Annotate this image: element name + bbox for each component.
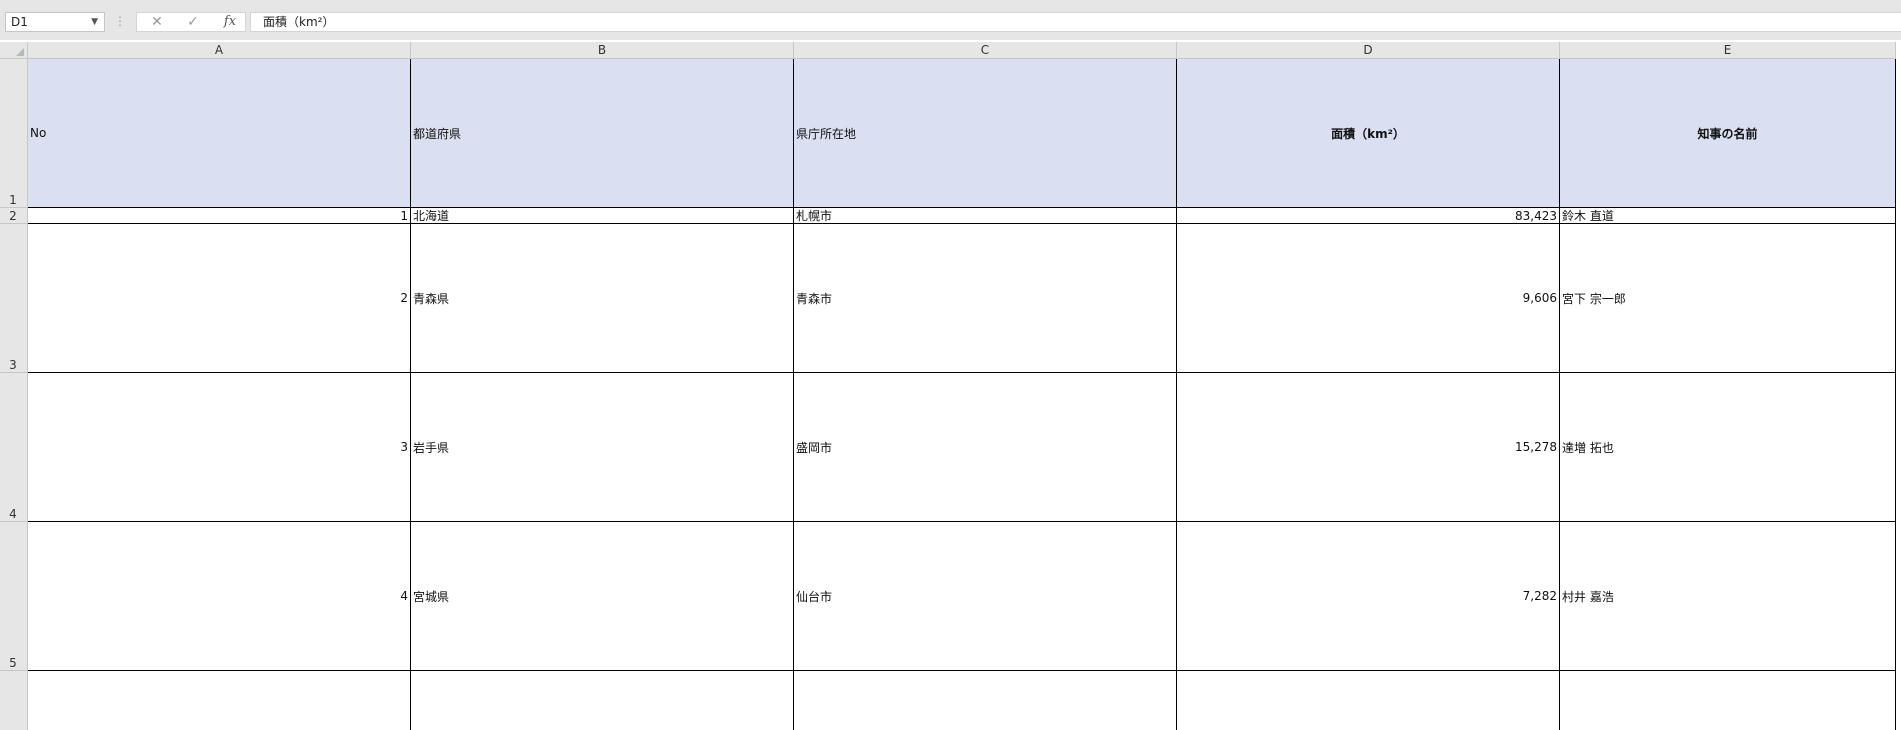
row-number: 2 (9, 209, 17, 223)
cell-e1[interactable]: 知事の名前 (1560, 59, 1896, 208)
chevron-down-icon[interactable]: ▼ (91, 17, 98, 27)
cell-d5[interactable]: 7,282 (1177, 522, 1560, 671)
cell-a2[interactable]: 1 (28, 208, 411, 224)
cell-d1[interactable]: 面積（km²） (1177, 59, 1560, 208)
column-header-b[interactable]: B (411, 42, 794, 59)
select-all-icon (16, 48, 24, 56)
row-header-2[interactable]: 2 (0, 208, 28, 224)
cell-a4[interactable]: 3 (28, 373, 411, 522)
enter-icon[interactable]: ✓ (181, 13, 205, 31)
spreadsheet-window: D1 ▼ ⋮ ✕ ✓ fx 面積（km²） A B C D E 1 2 3 4 … (0, 0, 1901, 730)
cell-a1[interactable]: No (28, 59, 411, 208)
cell-b5[interactable]: 宮城県 (411, 522, 794, 671)
select-all-button[interactable] (0, 42, 28, 59)
cell-d2[interactable]: 83,423 (1177, 208, 1560, 224)
row-number: 3 (9, 358, 17, 372)
cell-e4[interactable]: 達増 拓也 (1560, 373, 1896, 522)
row-header-1[interactable]: 1 (0, 59, 28, 208)
cell-b2[interactable]: 北海道 (411, 208, 794, 224)
cell-d3[interactable]: 9,606 (1177, 224, 1560, 373)
cell-b1[interactable]: 都道府県 (411, 59, 794, 208)
column-header-d[interactable]: D (1177, 42, 1560, 59)
cell-c2[interactable]: 札幌市 (794, 208, 1177, 224)
name-box-value: D1 (11, 15, 28, 29)
cell-a3[interactable]: 2 (28, 224, 411, 373)
row-header-4[interactable]: 4 (0, 373, 28, 522)
cell-b4[interactable]: 岩手県 (411, 373, 794, 522)
cell-d6[interactable] (1177, 671, 1560, 730)
more-options-icon[interactable]: ⋮ (114, 13, 126, 29)
cell-b6[interactable] (411, 671, 794, 730)
insert-function-icon[interactable]: fx (217, 13, 243, 31)
column-header-a[interactable]: A (28, 42, 411, 59)
row-number: 4 (9, 507, 17, 521)
cell-c6[interactable] (794, 671, 1177, 730)
column-header-c[interactable]: C (794, 42, 1177, 59)
cell-e2[interactable]: 鈴木 直道 (1560, 208, 1896, 224)
cell-d4[interactable]: 15,278 (1177, 373, 1560, 522)
formula-buttons: ✕ ✓ fx (136, 12, 246, 32)
cell-a6[interactable] (28, 671, 411, 730)
cell-e6[interactable] (1560, 671, 1896, 730)
row-header-5[interactable]: 5 (0, 522, 28, 671)
row-number: 5 (9, 656, 17, 670)
cell-b3[interactable]: 青森県 (411, 224, 794, 373)
cell-c5[interactable]: 仙台市 (794, 522, 1177, 671)
cell-c1[interactable]: 県庁所在地 (794, 59, 1177, 208)
sheet-grid: A B C D E 1 2 3 4 5 No 都道府県 県庁所在地 面積（km²… (0, 42, 1901, 730)
name-box[interactable]: D1 ▼ (5, 12, 105, 32)
formula-bar: D1 ▼ ⋮ ✕ ✓ fx 面積（km²） (0, 0, 1901, 40)
row-header-3[interactable]: 3 (0, 224, 28, 373)
cell-e5[interactable]: 村井 嘉浩 (1560, 522, 1896, 671)
cancel-icon[interactable]: ✕ (145, 13, 169, 31)
formula-input[interactable]: 面積（km²） (250, 12, 1901, 32)
row-header-6[interactable] (0, 671, 28, 730)
row-number: 1 (9, 193, 17, 207)
cell-a5[interactable]: 4 (28, 522, 411, 671)
cell-c3[interactable]: 青森市 (794, 224, 1177, 373)
cell-e3[interactable]: 宮下 宗一郎 (1560, 224, 1896, 373)
column-header-e[interactable]: E (1560, 42, 1896, 59)
cell-c4[interactable]: 盛岡市 (794, 373, 1177, 522)
